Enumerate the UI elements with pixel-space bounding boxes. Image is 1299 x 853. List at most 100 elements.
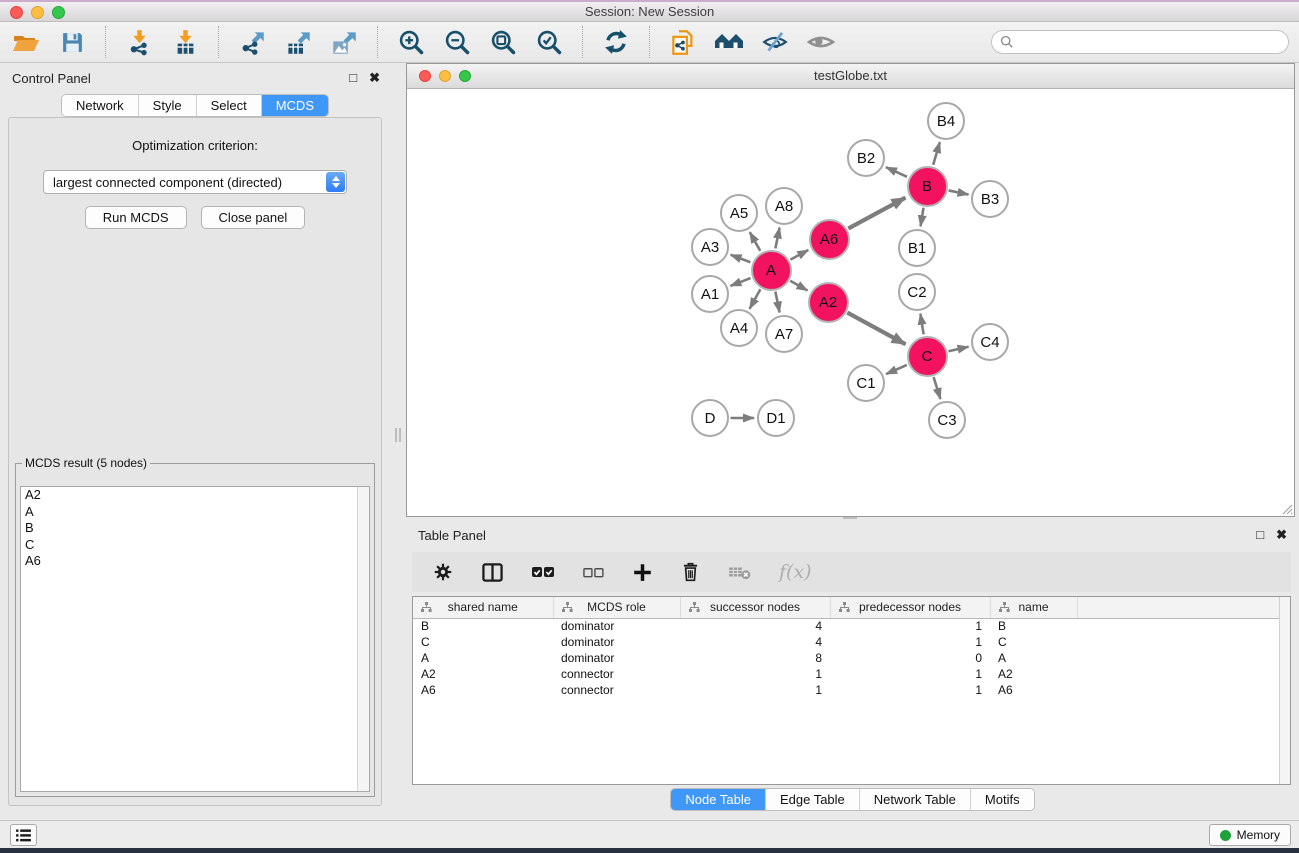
graph-node-D1[interactable]: D1: [757, 399, 795, 437]
column-header-shared-name[interactable]: shared name: [413, 597, 553, 618]
show-task-history-button[interactable]: [10, 824, 37, 846]
table-row[interactable]: Bdominator41B: [413, 618, 1290, 634]
memory-button[interactable]: Memory: [1209, 824, 1291, 846]
import-network-icon[interactable]: [123, 26, 155, 58]
table-cell[interactable]: 8: [680, 650, 830, 666]
table-cell[interactable]: 1: [830, 682, 990, 698]
table-row[interactable]: A6connector11A6: [413, 682, 1290, 698]
table-cell[interactable]: 4: [680, 634, 830, 650]
graph-node-A3[interactable]: A3: [691, 228, 729, 266]
float-table-panel-icon[interactable]: □: [1256, 527, 1264, 543]
table-cell[interactable]: dominator: [553, 634, 680, 650]
table-cell[interactable]: 1: [680, 682, 830, 698]
graph-node-B3[interactable]: B3: [971, 180, 1009, 218]
window-resize-grip[interactable]: [1279, 501, 1293, 515]
mcds-result-list[interactable]: A2ABCA6: [20, 486, 370, 792]
column-header-MCDS-role[interactable]: MCDS role: [553, 597, 680, 618]
graph-node-A4[interactable]: A4: [720, 309, 758, 347]
graph-node-C4[interactable]: C4: [971, 323, 1009, 361]
export-network-icon[interactable]: [236, 26, 268, 58]
graph-node-A6[interactable]: A6: [809, 219, 850, 260]
criterion-dropdown[interactable]: largest connected component (directed): [43, 170, 347, 194]
run-mcds-button[interactable]: Run MCDS: [85, 206, 187, 229]
table-cell[interactable]: B: [413, 618, 553, 634]
deselect-all-columns-icon[interactable]: [582, 565, 605, 580]
graph-node-B4[interactable]: B4: [927, 102, 965, 140]
table-cell[interactable]: C: [990, 634, 1077, 650]
tab-network-table[interactable]: Network Table: [860, 789, 971, 810]
vertical-splitter-handle[interactable]: [395, 428, 401, 442]
table-cell[interactable]: connector: [553, 666, 680, 682]
graph-node-A5[interactable]: A5: [720, 194, 758, 232]
graph-node-C[interactable]: C: [907, 336, 948, 377]
close-panel-button[interactable]: Close panel: [201, 206, 306, 229]
table-cell[interactable]: 1: [830, 634, 990, 650]
zoom-out-icon[interactable]: [441, 26, 473, 58]
table-cell[interactable]: 0: [830, 650, 990, 666]
table-row[interactable]: Adominator80A: [413, 650, 1290, 666]
table-cell[interactable]: connector: [553, 682, 680, 698]
tab-motifs[interactable]: Motifs: [971, 789, 1034, 810]
table-cell[interactable]: A: [990, 650, 1077, 666]
column-header-predecessor-nodes[interactable]: predecessor nodes: [830, 597, 990, 618]
close-table-panel-icon[interactable]: ✖: [1276, 527, 1287, 543]
clone-network-icon[interactable]: [667, 26, 699, 58]
table-cell[interactable]: B: [990, 618, 1077, 634]
result-item[interactable]: A6: [21, 553, 369, 570]
table-cell[interactable]: A6: [990, 682, 1077, 698]
table-cell[interactable]: A: [413, 650, 553, 666]
import-table-icon[interactable]: [169, 26, 201, 58]
table-cell[interactable]: A2: [413, 666, 553, 682]
tab-network[interactable]: Network: [62, 95, 139, 116]
graph-node-C1[interactable]: C1: [847, 364, 885, 402]
column-header-successor-nodes[interactable]: successor nodes: [680, 597, 830, 618]
hide-details-eye-icon[interactable]: [759, 26, 791, 58]
tab-mcds[interactable]: MCDS: [262, 95, 328, 116]
graph-node-A2[interactable]: A2: [808, 282, 849, 323]
graph-node-B2[interactable]: B2: [847, 139, 885, 177]
tab-style[interactable]: Style: [139, 95, 197, 116]
result-scrollbar[interactable]: [357, 487, 369, 791]
result-item[interactable]: C: [21, 537, 369, 554]
graph-node-D[interactable]: D: [691, 399, 729, 437]
table-cell[interactable]: 1: [830, 618, 990, 634]
table-cell[interactable]: A2: [990, 666, 1077, 682]
column-header-name[interactable]: name: [990, 597, 1077, 618]
apply-layout-icon[interactable]: [600, 26, 632, 58]
graph-node-B[interactable]: B: [907, 166, 948, 207]
graph-node-B1[interactable]: B1: [898, 229, 936, 267]
table-settings-gear-icon[interactable]: [432, 561, 454, 583]
search-input[interactable]: [1020, 35, 1280, 50]
table-cell[interactable]: 1: [680, 666, 830, 682]
export-image-icon[interactable]: [328, 26, 360, 58]
table-cell[interactable]: A6: [413, 682, 553, 698]
tab-select[interactable]: Select: [197, 95, 262, 116]
table-cell[interactable]: 4: [680, 618, 830, 634]
show-details-eye-icon[interactable]: [805, 26, 837, 58]
table-cell[interactable]: C: [413, 634, 553, 650]
table-cell[interactable]: 1: [830, 666, 990, 682]
add-column-icon[interactable]: [632, 562, 653, 583]
table-cell[interactable]: dominator: [553, 618, 680, 634]
table-row[interactable]: A2connector11A2: [413, 666, 1290, 682]
graph-node-A8[interactable]: A8: [765, 187, 803, 225]
select-all-columns-icon[interactable]: [531, 564, 555, 580]
search-field[interactable]: [991, 30, 1289, 54]
graph-node-C3[interactable]: C3: [928, 401, 966, 439]
houses-icon[interactable]: [713, 26, 745, 58]
zoom-fit-icon[interactable]: [487, 26, 519, 58]
open-file-icon[interactable]: [10, 26, 42, 58]
graph-node-A1[interactable]: A1: [691, 275, 729, 313]
split-table-icon[interactable]: [481, 562, 504, 583]
table-row[interactable]: Cdominator41C: [413, 634, 1290, 650]
export-table-icon[interactable]: [282, 26, 314, 58]
graph-node-A7[interactable]: A7: [765, 315, 803, 353]
result-item[interactable]: A: [21, 504, 369, 521]
tab-edge-table[interactable]: Edge Table: [766, 789, 860, 810]
network-canvas[interactable]: B4B2BB3A5A8A6A3AB1A1A2C2A4A7C4CC1DD1C3: [407, 89, 1294, 516]
zoom-selected-icon[interactable]: [533, 26, 565, 58]
result-item[interactable]: B: [21, 520, 369, 537]
table-scrollbar[interactable]: [1279, 597, 1290, 784]
save-session-icon[interactable]: [56, 26, 88, 58]
float-panel-icon[interactable]: □: [349, 70, 357, 86]
